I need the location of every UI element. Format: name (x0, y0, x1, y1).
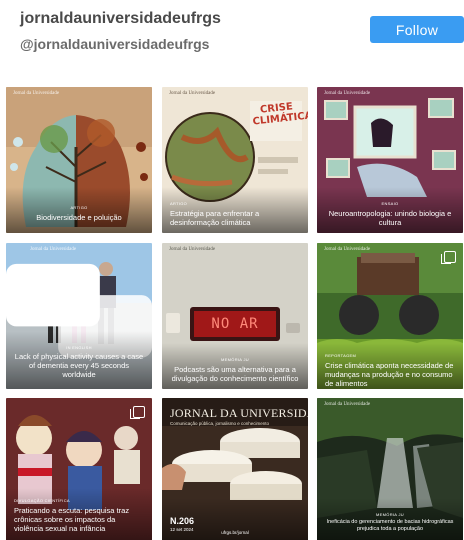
post-kicker: Divulgação científica (14, 498, 70, 503)
post-caption: Estratégia para enfrentar a desinformaçã… (170, 209, 260, 227)
post-tile-physical-activity[interactable]: Jornal da Universidade In English Lack o… (6, 243, 152, 389)
post-tagline: Comunicação pública, jornalismo e conhec… (170, 421, 270, 426)
post-caption: Ineficácia do gerenciamento de bacias hi… (326, 519, 454, 532)
post-tile-biodiversity[interactable]: Jornal da Universidade Artigo Biodiversi… (6, 87, 152, 233)
profile-handle[interactable]: @jornaldauniversidadeufrgs (20, 36, 209, 52)
multiple-images-icon (130, 406, 145, 419)
brand-mark: Jornal da Universidade (169, 247, 216, 252)
post-caption: Neuroantropologia: unindo biologia e cul… (328, 209, 452, 227)
post-art-title: NO AR (211, 316, 259, 332)
brand-mark: Jornal da Universidade (324, 402, 371, 407)
post-kicker: Reportagem (325, 353, 357, 358)
edition-number: N.206 (170, 516, 195, 526)
post-kicker: Memória JU (221, 357, 249, 362)
caption-overlay: Artigo Biodiversidade e poluição (6, 187, 152, 233)
brand-mark: Jornal da Universidade (13, 91, 60, 96)
caption-overlay: Artigo Estratégia para enfrentar a desin… (162, 187, 308, 233)
caption-overlay: Divulgação científica Praticando a escut… (6, 488, 152, 540)
post-caption: Praticando a escuta: pesquisa traz crôni… (14, 506, 130, 533)
post-kicker: Artigo (70, 205, 88, 210)
post-tile-neuroanthropology[interactable]: Jornal da Universidade Ensaio Neuroantro… (317, 87, 463, 233)
profile-username[interactable]: jornaldauniversidadeufrgs (20, 10, 221, 28)
multiple-images-icon (441, 251, 456, 264)
post-caption: Biodiversidade e poluição (36, 213, 122, 222)
brand-mark: Jornal da Universidade (324, 247, 371, 252)
follow-button[interactable]: Follow (370, 16, 464, 43)
caption-overlay: Ensaio Neuroantropologia: unindo biologi… (317, 187, 463, 233)
post-kicker: Artigo (170, 201, 188, 206)
post-tile-climate-disinformation[interactable]: CRISE CLIMÁTICA Jornal da Universidade A… (162, 87, 308, 233)
post-caption: Crise climática aponta necessidade de mu… (325, 361, 454, 388)
brand-mark: Jornal da Universidade (324, 91, 371, 96)
caption-overlay: N.206 12 set 2024 ufrgs.br/jornal (162, 498, 308, 540)
post-kicker: In English (66, 345, 92, 350)
post-tile-climate-food[interactable]: Jornal da Universidade Reportagem Crise … (317, 243, 463, 389)
caption-overlay: Memória JU Ineficácia do gerenciamento d… (317, 498, 463, 540)
caption-overlay: Reportagem Crise climática aponta necess… (317, 343, 463, 389)
post-masthead: JORNAL DA UNIVERSIDADE (170, 406, 308, 420)
post-caption: Podcasts são uma alternativa para a divu… (171, 365, 299, 383)
brand-mark: Jornal da Universidade (30, 247, 77, 252)
post-tile-listening-practice[interactable]: Divulgação científica Praticando a escut… (6, 398, 152, 540)
post-caption: Lack of physical activity causes a case … (14, 352, 144, 379)
post-kicker: Ensaio (381, 201, 399, 206)
post-grid: Jornal da Universidade Artigo Biodiversi… (6, 87, 464, 540)
caption-overlay: Memória JU Podcasts são uma alternativa … (162, 343, 308, 389)
brand-mark: Jornal da Universidade (169, 91, 216, 96)
post-tile-podcasts[interactable]: NO AR Jornal da Universidade Memória JU … (162, 243, 308, 389)
post-kicker: Memória JU (376, 512, 404, 517)
post-footer-site: ufrgs.br/jornal (221, 530, 249, 535)
post-tile-edition-206[interactable]: JORNAL DA UNIVERSIDADE Comunicação públi… (162, 398, 308, 540)
profile-header: jornaldauniversidadeufrgs @jornaldaunive… (0, 0, 464, 70)
post-tile-watershed[interactable]: Jornal da Universidade Memória JU Inefic… (317, 398, 463, 540)
caption-overlay: In English Lack of physical activity cau… (6, 331, 152, 389)
